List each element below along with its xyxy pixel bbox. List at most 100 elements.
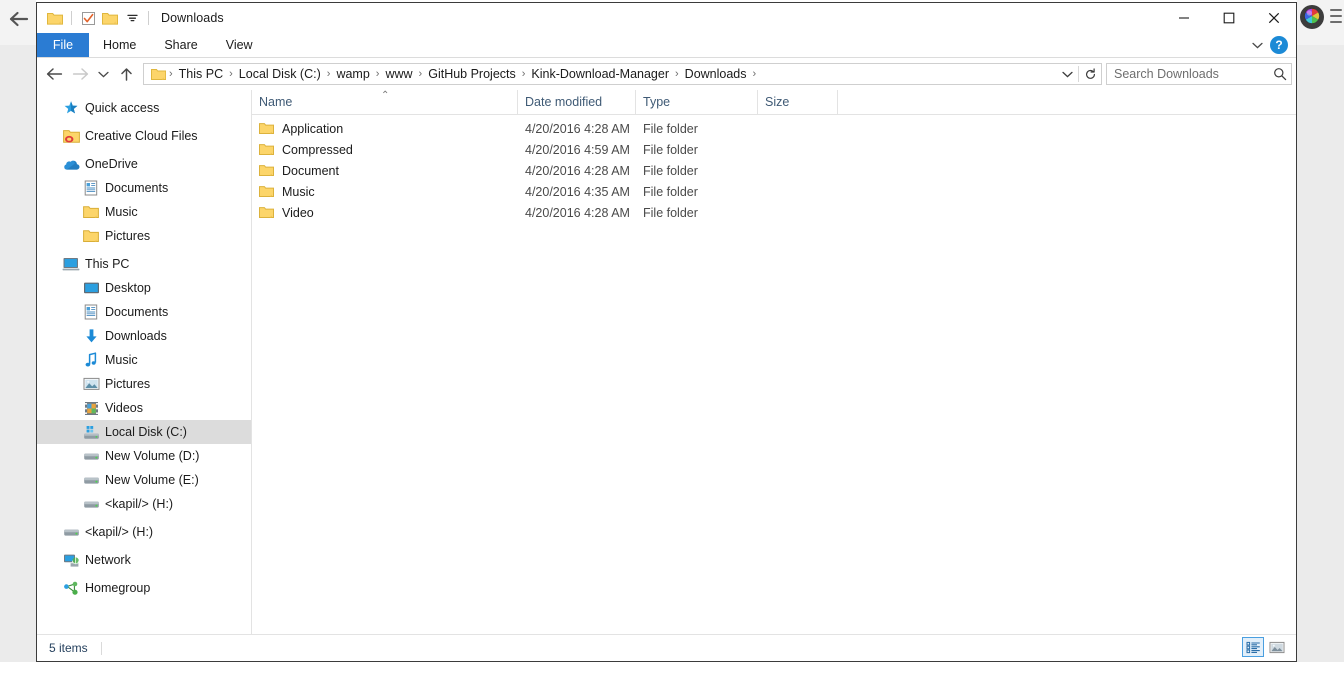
folder-icon (79, 225, 103, 247)
file-name-cell: Compressed (252, 143, 518, 157)
tab-file[interactable]: File (37, 33, 89, 57)
sidebar-item-music[interactable]: Music (37, 348, 251, 372)
address-bar-row: › This PC › Local Disk (C:) › wamp › www… (37, 58, 1296, 90)
drive-icon (79, 493, 103, 515)
breadcrumb-item-downloads[interactable]: Downloads (680, 67, 752, 81)
file-name-label: Document (282, 163, 339, 178)
search-box[interactable] (1106, 63, 1292, 85)
file-name-label: Music (282, 184, 315, 199)
homegroup-icon (59, 577, 83, 599)
back-button[interactable] (41, 61, 67, 87)
creative-cloud-folder-icon (59, 125, 83, 147)
properties-folder-icon[interactable] (44, 7, 66, 29)
sidebar-item-downloads[interactable]: Downloads (37, 324, 251, 348)
tab-home[interactable]: Home (89, 33, 150, 57)
star-pin-icon (59, 97, 83, 119)
file-date-cell: 4/20/2016 4:28 AM (525, 121, 630, 136)
breadcrumb-item-kink-download-manager[interactable]: Kink-Download-Manager (526, 67, 674, 81)
pictures-icon (79, 373, 103, 395)
customize-folder-icon[interactable] (99, 7, 121, 29)
background-back-arrow-icon[interactable] (6, 6, 32, 32)
column-header-date-modified[interactable]: Date modified (518, 90, 636, 114)
column-header-name[interactable]: ⌃ Name (252, 90, 518, 114)
sidebar-item-label: Desktop (105, 281, 151, 295)
checkbox-new-folder-icon[interactable] (77, 7, 99, 29)
breadcrumb-folder-icon[interactable] (148, 68, 168, 81)
sidebar-item-quick-access[interactable]: Quick access (37, 96, 251, 120)
maximize-button[interactable] (1206, 3, 1251, 33)
file-list-pane: ⌃ Name Date modified Type Size Applicati… (252, 90, 1296, 634)
breadcrumb-item-github-projects[interactable]: GitHub Projects (423, 67, 521, 81)
recent-locations-chevron-down-icon[interactable] (93, 61, 113, 87)
search-input[interactable] (1107, 66, 1269, 82)
sidebar-item-pictures[interactable]: Pictures (37, 372, 251, 396)
table-row[interactable]: Compressed 4/20/2016 4:59 AM File folder (252, 139, 1296, 160)
address-bar[interactable]: › This PC › Local Disk (C:) › wamp › www… (143, 63, 1102, 85)
file-type-cell: File folder (643, 163, 698, 178)
sidebar-item-label: New Volume (E:) (105, 473, 199, 487)
search-icon[interactable] (1268, 67, 1291, 81)
folder-icon (259, 185, 274, 198)
explorer-body: Quick access Creative Cloud Files OneDri… (37, 90, 1296, 634)
table-row[interactable]: Document 4/20/2016 4:28 AM File folder (252, 160, 1296, 181)
column-header-size[interactable]: Size (758, 90, 838, 114)
sidebar-item-label: Music (105, 353, 138, 367)
breadcrumb-item-local-disk-c[interactable]: Local Disk (C:) (234, 67, 326, 81)
sidebar-item-videos[interactable]: Videos (37, 396, 251, 420)
sidebar-item-new-volume-d[interactable]: New Volume (D:) (37, 444, 251, 468)
chevron-down-icon[interactable] (121, 7, 143, 29)
breadcrumb-item-wamp[interactable]: wamp (331, 67, 374, 81)
forward-button[interactable] (67, 61, 93, 87)
breadcrumb: › This PC › Local Disk (C:) › wamp › www… (144, 67, 1056, 81)
table-row[interactable]: Music 4/20/2016 4:35 AM File folder (252, 181, 1296, 202)
sidebar-item-onedrive[interactable]: OneDrive (37, 152, 251, 176)
color-wheel-icon[interactable] (1299, 4, 1325, 30)
file-name-label: Application (282, 121, 344, 136)
column-header-row: ⌃ Name Date modified Type Size (252, 90, 1296, 115)
table-row[interactable]: Application 4/20/2016 4:28 AM File folde… (252, 118, 1296, 139)
large-icons-view-button[interactable] (1266, 637, 1288, 657)
sidebar-item-homegroup[interactable]: Homegroup (37, 576, 251, 600)
up-button[interactable] (113, 61, 139, 87)
title-bar: Downloads (37, 3, 1296, 33)
menu-hamburger-icon[interactable] (1330, 9, 1342, 23)
help-button[interactable]: ? (1270, 36, 1288, 54)
details-view-button[interactable] (1242, 637, 1264, 657)
sidebar-item-label: <kapil/> (H:) (105, 497, 174, 511)
sidebar-item-label: Local Disk (C:) (105, 425, 187, 439)
sidebar-item-creative-cloud-files[interactable]: Creative Cloud Files (37, 124, 251, 148)
window-controls (1161, 3, 1296, 33)
sidebar-item-onedrive-music[interactable]: Music (37, 200, 251, 224)
sidebar-item-onedrive-pictures[interactable]: Pictures (37, 224, 251, 248)
sidebar-item-onedrive-documents[interactable]: Documents (37, 176, 251, 200)
minimize-button[interactable] (1161, 3, 1206, 33)
sidebar-item-desktop[interactable]: Desktop (37, 276, 251, 300)
sidebar-item-this-pc[interactable]: This PC (37, 252, 251, 276)
sidebar-item-kapil-h-nested[interactable]: <kapil/> (H:) (37, 492, 251, 516)
sidebar-item-documents[interactable]: Documents (37, 300, 251, 324)
file-date-cell: 4/20/2016 4:28 AM (525, 163, 630, 178)
sidebar-item-local-disk-c[interactable]: Local Disk (C:) (37, 420, 251, 444)
refresh-icon[interactable] (1079, 64, 1101, 84)
folder-icon (259, 164, 274, 177)
table-row[interactable]: Video 4/20/2016 4:28 AM File folder (252, 202, 1296, 223)
background-right-panel (1297, 0, 1344, 662)
folder-icon (259, 206, 274, 219)
breadcrumb-item-this-pc[interactable]: This PC (174, 67, 228, 81)
onedrive-cloud-icon (59, 153, 83, 175)
close-button[interactable] (1251, 3, 1296, 33)
column-header-type[interactable]: Type (636, 90, 758, 114)
this-pc-icon (59, 253, 83, 275)
breadcrumb-item-www[interactable]: www (380, 67, 417, 81)
tab-view[interactable]: View (212, 33, 267, 57)
address-dropdown-chevron-down-icon[interactable] (1056, 64, 1078, 84)
sidebar-item-label: Pictures (105, 229, 151, 243)
expand-ribbon-chevron-down-icon[interactable] (1246, 34, 1268, 56)
sidebar-item-kapil-h[interactable]: <kapil/> (H:) (37, 520, 251, 544)
file-date-cell: 4/20/2016 4:35 AM (525, 184, 630, 199)
tab-share[interactable]: Share (150, 33, 211, 57)
file-type-cell: File folder (643, 184, 698, 199)
toolbar-separator-2 (148, 11, 149, 25)
sidebar-item-new-volume-e[interactable]: New Volume (E:) (37, 468, 251, 492)
sidebar-item-network[interactable]: Network (37, 548, 251, 572)
